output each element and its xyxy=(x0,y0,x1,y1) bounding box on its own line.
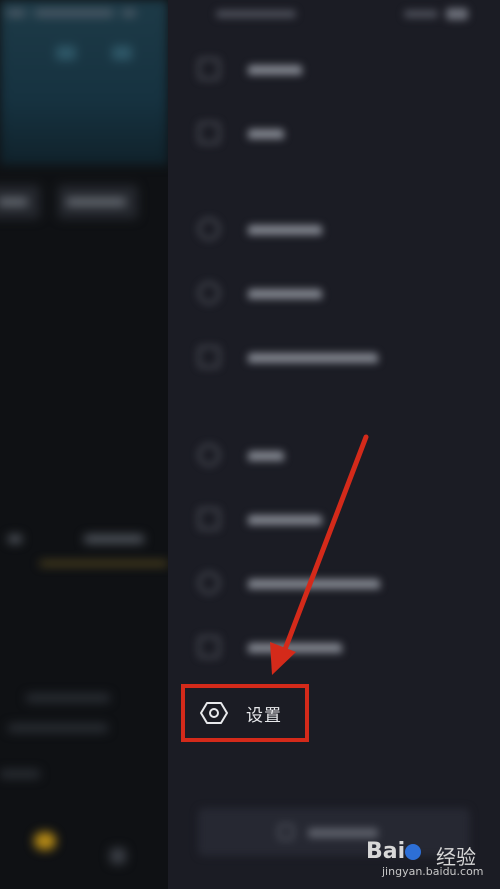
baidu-jingyan-watermark: Bai 经验 jingyan.baidu.com xyxy=(366,839,484,879)
background-chip xyxy=(0,185,40,219)
battery-icon xyxy=(446,8,468,20)
drawer-item[interactable] xyxy=(198,116,458,150)
menu-item-icon xyxy=(198,636,220,658)
menu-item-icon xyxy=(198,122,220,144)
button-icon xyxy=(278,824,294,840)
background-badge xyxy=(34,832,56,850)
menu-item-icon xyxy=(198,508,220,530)
background-text-line xyxy=(26,694,110,702)
drawer-blurred-content xyxy=(168,0,500,889)
menu-item-icon xyxy=(198,58,220,80)
drawer-item[interactable] xyxy=(198,276,458,310)
background-status-bar xyxy=(6,6,156,22)
watermark-url: jingyan.baidu.com xyxy=(382,865,484,878)
background-hero-banner xyxy=(0,0,168,165)
drawer-item[interactable] xyxy=(198,340,458,374)
menu-item-icon xyxy=(198,346,220,368)
menu-item-icon xyxy=(198,444,220,466)
menu-item-icon xyxy=(198,572,220,594)
drawer-item[interactable] xyxy=(198,566,458,600)
side-drawer xyxy=(168,0,500,889)
watermark-brand: Bai xyxy=(366,839,406,864)
drawer-item[interactable] xyxy=(198,212,458,246)
background-app-screen xyxy=(0,0,168,889)
background-chip xyxy=(58,185,138,219)
drawer-item[interactable] xyxy=(198,438,458,472)
background-tab-indicator xyxy=(40,562,168,565)
background-text-line xyxy=(8,724,108,732)
background-tab xyxy=(84,535,144,543)
background-text-line xyxy=(0,770,40,778)
menu-item-icon xyxy=(198,282,220,304)
status-bar xyxy=(208,8,478,22)
background-nav-icon xyxy=(110,848,126,864)
drawer-item[interactable] xyxy=(198,502,458,536)
highlight-box-annotation xyxy=(181,684,309,742)
menu-item-icon xyxy=(198,218,220,240)
drawer-item[interactable] xyxy=(198,630,458,664)
baidu-paw-icon xyxy=(405,844,422,860)
drawer-item[interactable] xyxy=(198,52,458,86)
background-tab xyxy=(8,535,22,543)
